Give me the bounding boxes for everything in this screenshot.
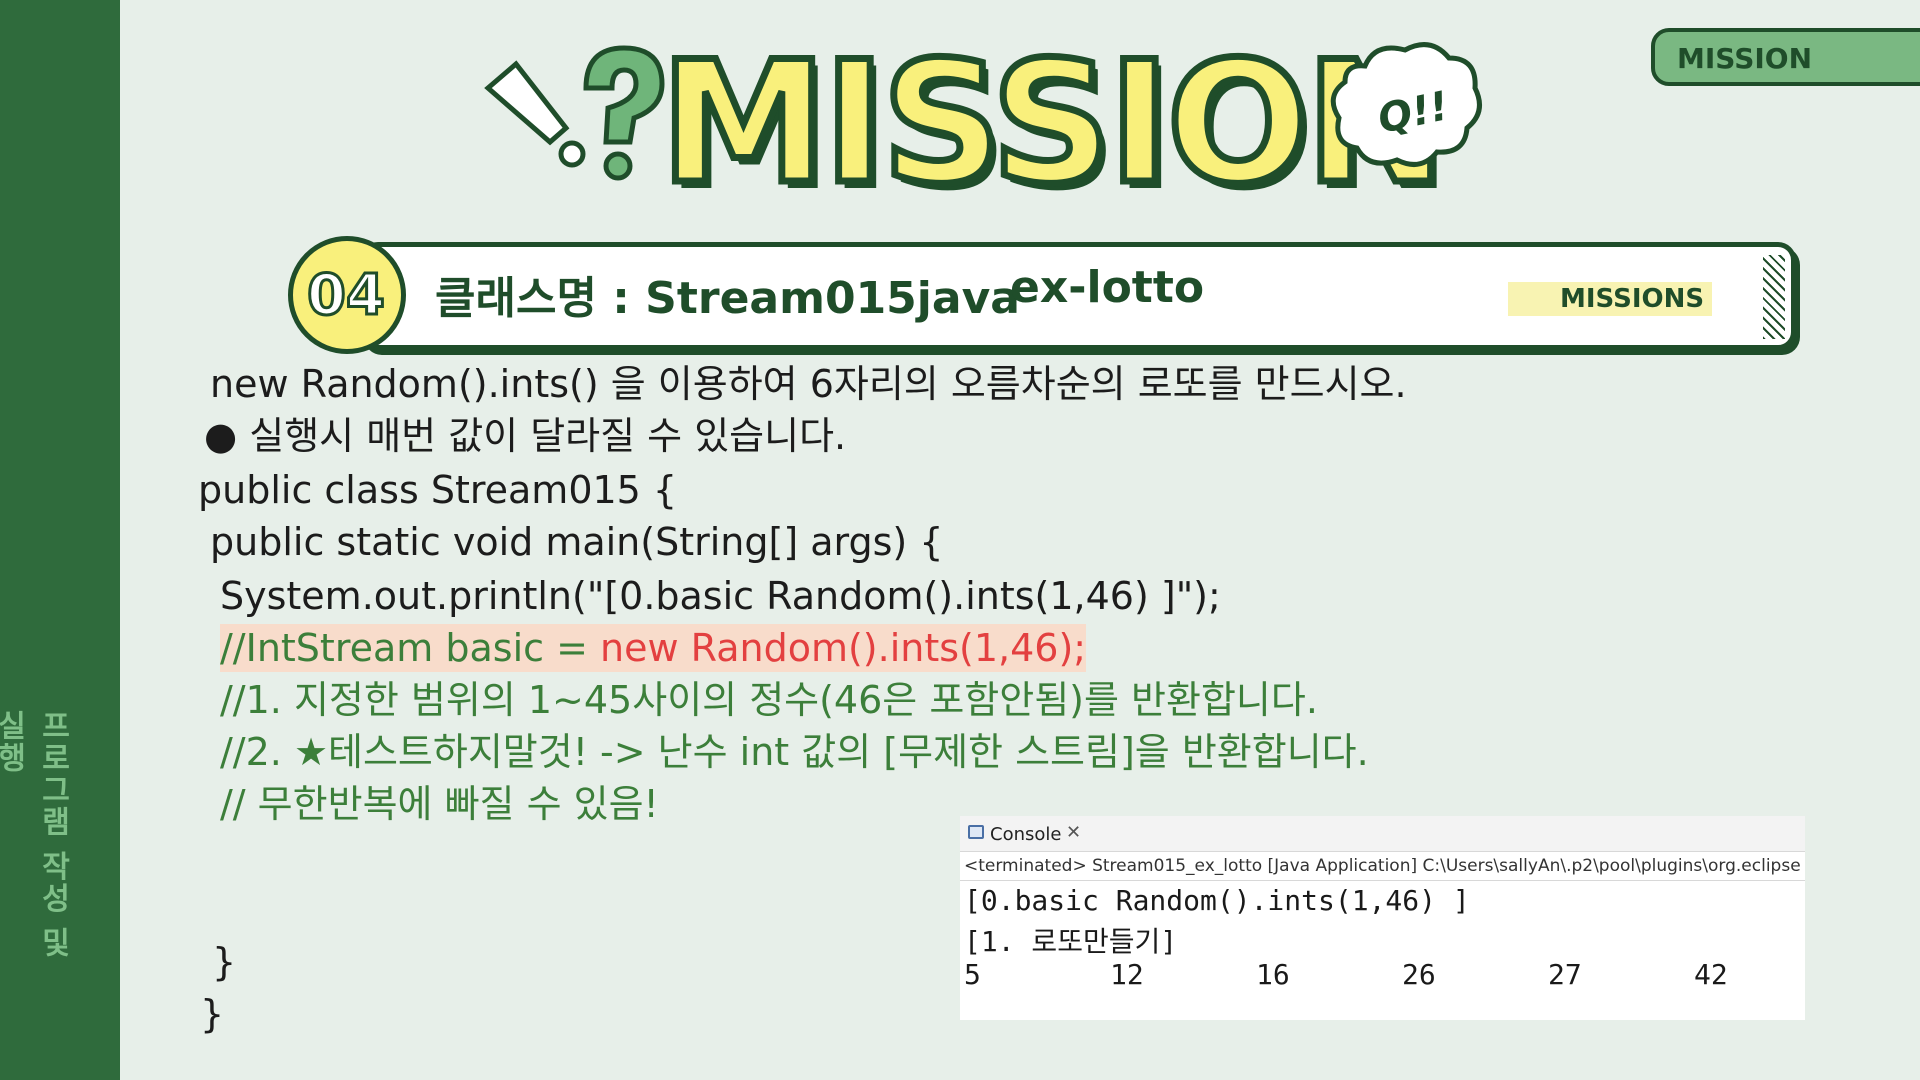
console-panel: Console ✕ <terminated> Stream015_ex_lott… [960, 816, 1805, 1020]
close-icon[interactable]: ✕ [1066, 822, 1081, 843]
bullet-note: ● 실행시 매번 값이 달라질 수 있습니다. [204, 414, 847, 458]
instruction-text: new Random().ints() 을 이용하여 6자리의 오름차순의 로또… [210, 362, 1407, 406]
code-comment-intstream: //IntStream basic = new Random().ints(1,… [220, 624, 1087, 672]
code-comment-infinite: // 무한반복에 빠질 수 있음! [220, 782, 659, 826]
lotto-number: 42 [1694, 958, 1728, 991]
code-comment-range: //1. 지정한 범위의 1~45사이의 정수(46은 포함안됨)를 반환합니다… [220, 678, 1318, 722]
code-close-brace-main: } [212, 940, 237, 984]
comment-prefix: //IntStream basic = [220, 626, 601, 670]
code-main-declaration: public static void main(String[] args) { [210, 520, 944, 564]
mission-number-badge: 04 [288, 236, 406, 354]
code-close-brace-class: } [200, 992, 225, 1036]
console-status-line: <terminated> Stream015_ex_lotto [Java Ap… [964, 856, 1801, 876]
mission-title-area: MISSION Q!! [480, 28, 1500, 218]
mission-tab-label: MISSION [1677, 42, 1813, 75]
missions-tag-label: MISSIONS [1560, 284, 1705, 314]
lotto-number: 16 [1256, 958, 1290, 991]
code-comment-warning: //2. ★테스트하지말것! -> 난수 int 값의 [무제한 스트림]을 반… [220, 730, 1369, 774]
class-name-label: 클래스명 : Stream015java [435, 273, 1020, 324]
lotto-number: 12 [1110, 958, 1144, 991]
mission-number: 04 [306, 262, 387, 330]
code-println: System.out.println("[0.basic Random().in… [220, 574, 1221, 618]
question-mark-icon [583, 45, 665, 181]
lotto-number: 26 [1402, 958, 1436, 991]
comment-red-code: new Random().ints(1,46); [600, 626, 1087, 670]
console-icon [968, 825, 984, 839]
mission-corner-tab: MISSION [1651, 28, 1920, 86]
sidebar-vertical-text: 프로그램 작성 및 실행 [0, 710, 70, 959]
console-tab-bar: Console ✕ [960, 816, 1805, 852]
code-class-declaration: public class Stream015 { [198, 468, 678, 512]
console-output-line: [0.basic Random().ints(1,46) ] [964, 884, 1470, 917]
console-output-line: [1. 로또만들기] [964, 925, 1178, 958]
console-divider [960, 880, 1805, 881]
class-name-suffix: ex-lotto [1010, 262, 1205, 313]
hatch-decoration [1763, 255, 1785, 339]
lotto-number: 5 [964, 958, 981, 991]
lotto-number: 27 [1548, 958, 1582, 991]
console-tab[interactable]: Console [990, 824, 1061, 845]
missions-tag: MISSIONS [1508, 282, 1712, 316]
